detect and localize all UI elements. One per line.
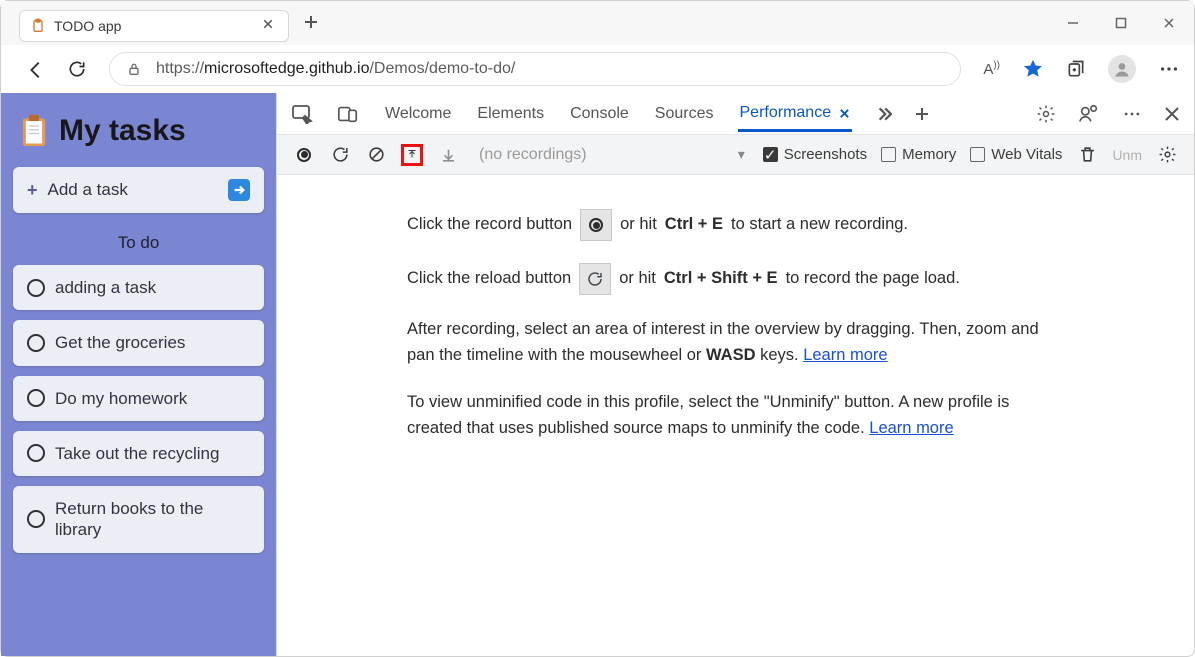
url-scheme: https:// xyxy=(156,60,204,78)
hint-text: to record the page load. xyxy=(786,266,960,292)
refresh-button[interactable] xyxy=(67,59,87,79)
close-devtools-icon[interactable] xyxy=(1164,106,1180,122)
web-vitals-checkbox[interactable]: Web Vitals xyxy=(970,146,1062,163)
task-text: Get the groceries xyxy=(55,332,185,353)
more-tabs-icon[interactable] xyxy=(874,105,892,123)
task-item[interactable]: Get the groceries xyxy=(13,320,264,365)
tab-title: TODO app xyxy=(54,18,262,34)
task-text: Take out the recycling xyxy=(55,443,219,464)
read-aloud-icon[interactable]: A)) xyxy=(983,60,1000,78)
checkbox-icon[interactable] xyxy=(27,444,45,462)
shortcut-text: WASD xyxy=(706,346,756,364)
task-text: adding a task xyxy=(55,277,156,298)
inline-record-icon xyxy=(580,209,612,241)
learn-more-link[interactable]: Learn more xyxy=(869,419,953,437)
add-tab-icon[interactable] xyxy=(914,106,930,122)
settings-icon[interactable] xyxy=(1036,104,1056,124)
devtools-tabstrip: Welcome Elements Console Sources Perform… xyxy=(277,93,1194,135)
task-item[interactable]: Take out the recycling xyxy=(13,431,264,476)
tab-welcome[interactable]: Welcome xyxy=(383,96,453,132)
kebab-menu-icon[interactable] xyxy=(1122,104,1142,124)
app-title: My tasks xyxy=(59,114,186,148)
plus-icon: + xyxy=(27,180,38,201)
tab-performance-label: Performance xyxy=(740,104,832,122)
shortcut-text: Ctrl + E xyxy=(665,212,723,238)
learn-more-link[interactable]: Learn more xyxy=(803,346,887,364)
record-button[interactable] xyxy=(293,144,315,166)
screenshots-label: Screenshots xyxy=(784,146,867,163)
web-vitals-label: Web Vitals xyxy=(991,146,1062,163)
hint-text: keys. xyxy=(756,346,804,364)
hint-text: Click the record button xyxy=(407,212,572,238)
checkbox-icon[interactable] xyxy=(27,389,45,407)
url-path: /Demos/demo-to-do/ xyxy=(369,60,515,78)
dropdown-caret-icon[interactable]: ▾ xyxy=(738,146,745,163)
app-logo-icon xyxy=(19,113,49,149)
task-item[interactable]: Do my homework xyxy=(13,376,264,421)
section-heading: To do xyxy=(13,223,264,265)
close-tab-icon[interactable] xyxy=(262,18,278,34)
checkbox-icon[interactable] xyxy=(27,334,45,352)
tab-performance[interactable]: Performance xyxy=(738,95,853,132)
profile-avatar[interactable] xyxy=(1108,55,1136,83)
clipboard-icon xyxy=(30,18,46,34)
add-task-label: Add a task xyxy=(48,180,128,200)
minimize-button[interactable] xyxy=(1066,16,1080,30)
hint-text: or hit xyxy=(619,266,656,292)
close-icon[interactable] xyxy=(839,108,850,119)
window-titlebar: TODO app xyxy=(1,1,1194,45)
back-button[interactable] xyxy=(25,59,45,79)
favorite-icon[interactable] xyxy=(1022,58,1044,80)
task-text: Return books to the library xyxy=(55,498,250,541)
shortcut-text: Ctrl + Shift + E xyxy=(664,266,778,292)
tab-elements[interactable]: Elements xyxy=(475,96,546,132)
lock-icon xyxy=(126,61,142,77)
browser-toolbar: https://microsoftedge.github.io/Demos/de… xyxy=(1,45,1194,93)
checkbox-icon[interactable] xyxy=(27,510,45,528)
task-text: Do my homework xyxy=(55,388,187,409)
delete-icon[interactable] xyxy=(1076,144,1098,166)
feedback-icon[interactable] xyxy=(1078,103,1100,125)
perf-settings-icon[interactable] xyxy=(1156,144,1178,166)
device-toolbar-icon[interactable] xyxy=(337,104,361,124)
address-bar[interactable]: https://microsoftedge.github.io/Demos/de… xyxy=(109,52,961,86)
save-profile-button[interactable] xyxy=(437,144,459,166)
memory-label: Memory xyxy=(902,146,956,163)
new-tab-button[interactable] xyxy=(303,14,321,32)
submit-icon[interactable] xyxy=(228,179,250,201)
browser-tab[interactable]: TODO app xyxy=(19,10,289,42)
inspect-element-icon[interactable] xyxy=(291,104,315,124)
recordings-dropdown-label: (no recordings) xyxy=(479,146,587,164)
more-menu-icon[interactable] xyxy=(1158,58,1180,80)
inline-reload-icon xyxy=(579,263,611,295)
checkbox-icon[interactable] xyxy=(27,279,45,297)
unminify-truncated: Unm xyxy=(1112,147,1142,163)
load-profile-button[interactable] xyxy=(401,144,423,166)
tab-console[interactable]: Console xyxy=(568,96,631,132)
collections-icon[interactable] xyxy=(1066,59,1086,79)
reload-record-button[interactable] xyxy=(329,144,351,166)
url-host: microsoftedge.github.io xyxy=(204,60,369,78)
maximize-button[interactable] xyxy=(1114,16,1128,30)
task-item[interactable]: Return books to the library xyxy=(13,486,264,553)
clear-button[interactable] xyxy=(365,144,387,166)
task-item[interactable]: adding a task xyxy=(13,265,264,310)
todo-app-sidebar: My tasks + Add a task To do adding a tas… xyxy=(1,93,276,656)
screenshots-checkbox[interactable]: ✓Screenshots xyxy=(763,146,867,163)
memory-checkbox[interactable]: Memory xyxy=(881,146,956,163)
hint-text: Click the reload button xyxy=(407,266,571,292)
devtools-pane: Welcome Elements Console Sources Perform… xyxy=(276,93,1194,656)
add-task-row[interactable]: + Add a task xyxy=(13,167,264,213)
hint-text: to start a new recording. xyxy=(731,212,908,238)
tab-sources[interactable]: Sources xyxy=(653,96,716,132)
performance-empty-state: Click the record button or hit Ctrl + E … xyxy=(347,175,1127,656)
performance-toolbar: (no recordings) ▾ ✓Screenshots Memory We… xyxy=(277,135,1194,175)
hint-text: or hit xyxy=(620,212,657,238)
close-window-button[interactable] xyxy=(1162,16,1176,30)
